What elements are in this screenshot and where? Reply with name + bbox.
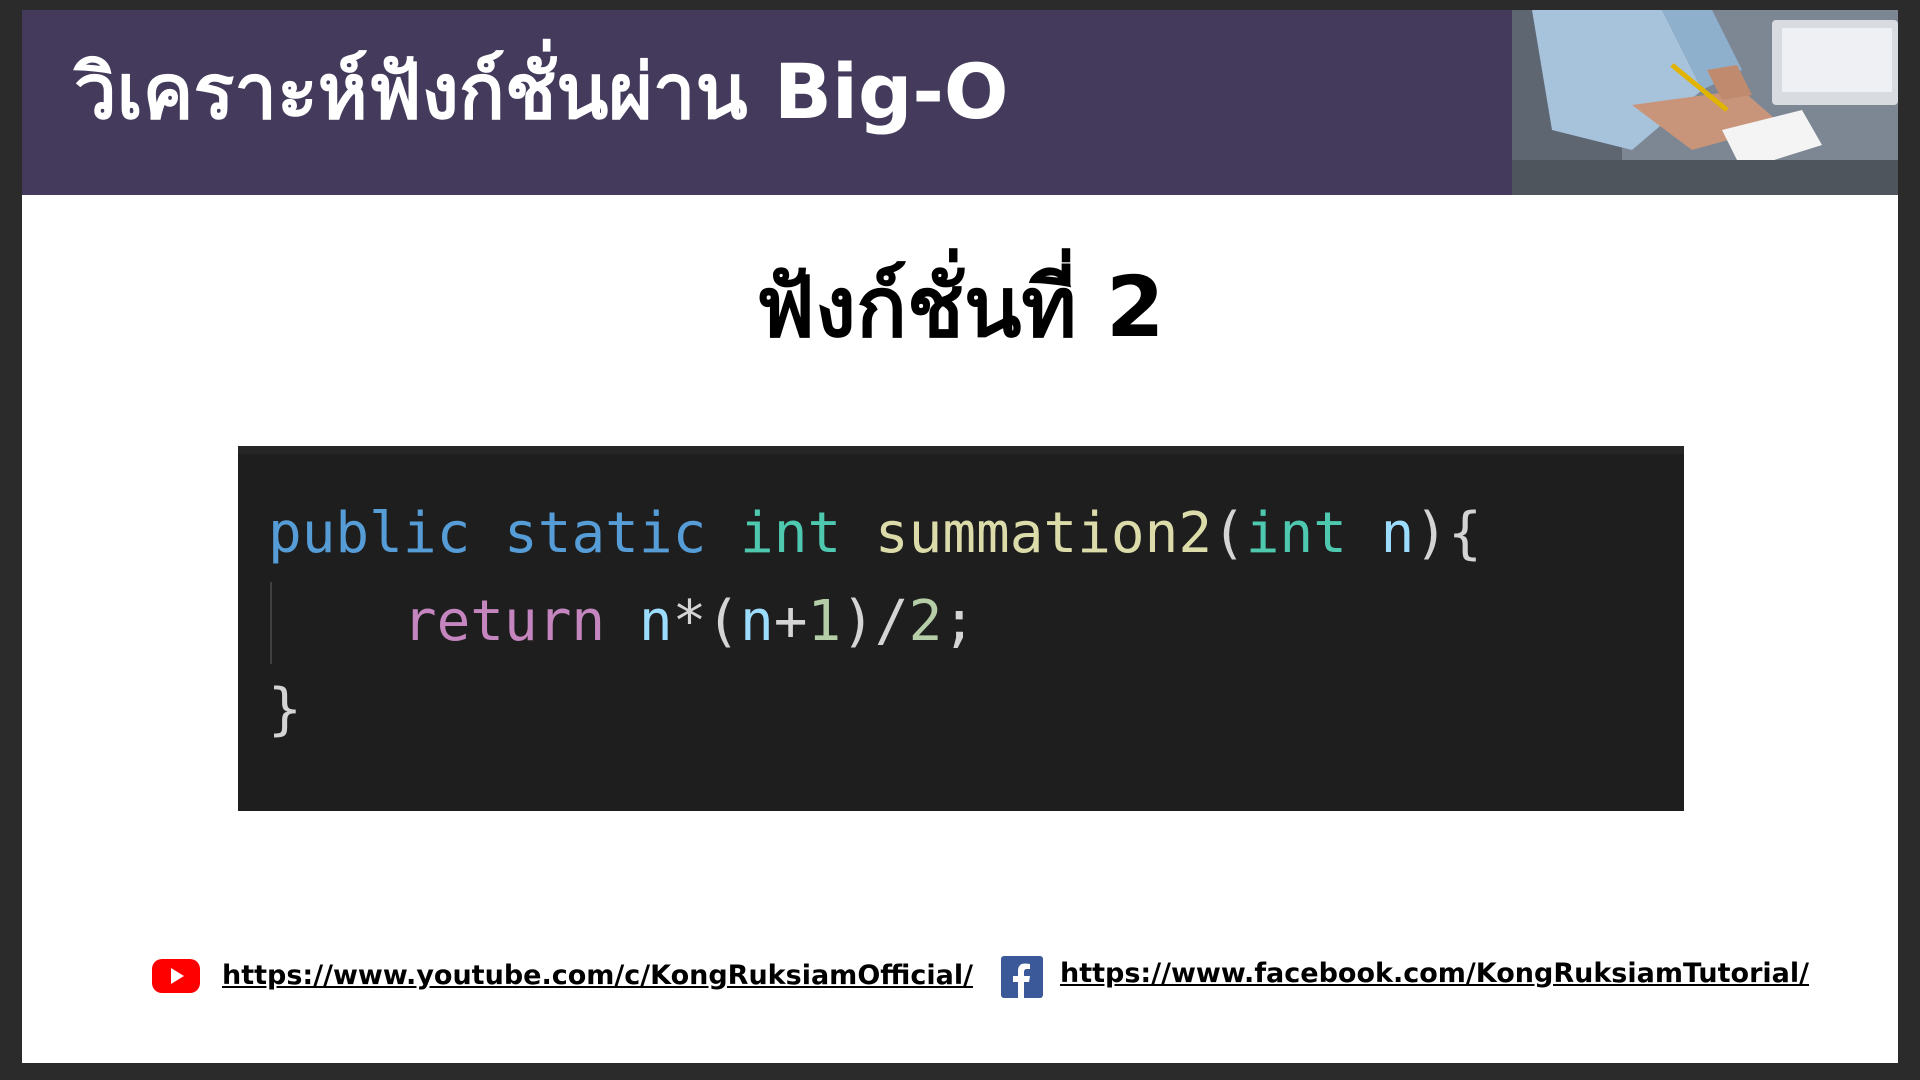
title-bar: วิเคราะห์ฟังก์ชั่นผ่าน Big-O <box>22 10 1512 195</box>
facebook-icon <box>1001 956 1043 998</box>
facebook-link[interactable]: https://www.facebook.com/KongRuksiamTuto… <box>1060 958 1809 989</box>
code-keyword-public: public <box>268 501 471 566</box>
code-keyword-static: static <box>504 501 707 566</box>
code-brace-close: } <box>268 677 302 742</box>
code-brace-open: ){ <box>1414 501 1482 566</box>
code-function-name: summation2 <box>874 501 1213 566</box>
person-writing-photo <box>1512 10 1898 195</box>
youtube-icon <box>152 959 200 993</box>
code-var-n: n <box>638 589 673 654</box>
code-operator-multiply: *( <box>672 589 741 654</box>
code-keyword-return: return <box>402 589 606 654</box>
code-line-2: return n*(n+1)/2; <box>268 594 976 650</box>
code-line-3: } <box>268 682 302 738</box>
code-operator-divide: )/ <box>841 589 909 654</box>
slide-title: วิเคราะห์ฟังก์ชั่นผ่าน Big-O <box>74 47 1009 136</box>
code-block: public static int summation2(int n){ ret… <box>238 446 1684 811</box>
code-number-one: 1 <box>807 589 842 654</box>
slide-subtitle: ฟังก์ชั่นที่ 2 <box>755 258 1165 356</box>
code-operator-plus: + <box>773 589 808 654</box>
code-type-int: int <box>740 501 842 566</box>
code-var-n2: n <box>740 589 774 654</box>
code-line-1: public static int summation2(int n){ <box>268 506 1482 562</box>
slide: วิเคราะห์ฟังก์ชั่นผ่าน Big-O ฟังก์ชั่นที… <box>22 10 1898 1063</box>
code-paren-open: ( <box>1212 501 1246 566</box>
code-number-two: 2 <box>908 589 943 654</box>
youtube-link[interactable]: https://www.youtube.com/c/KongRuksiamOff… <box>222 960 973 991</box>
code-semicolon: ; <box>942 589 977 654</box>
code-param-name: n <box>1380 501 1415 566</box>
code-param-type: int <box>1245 501 1347 566</box>
